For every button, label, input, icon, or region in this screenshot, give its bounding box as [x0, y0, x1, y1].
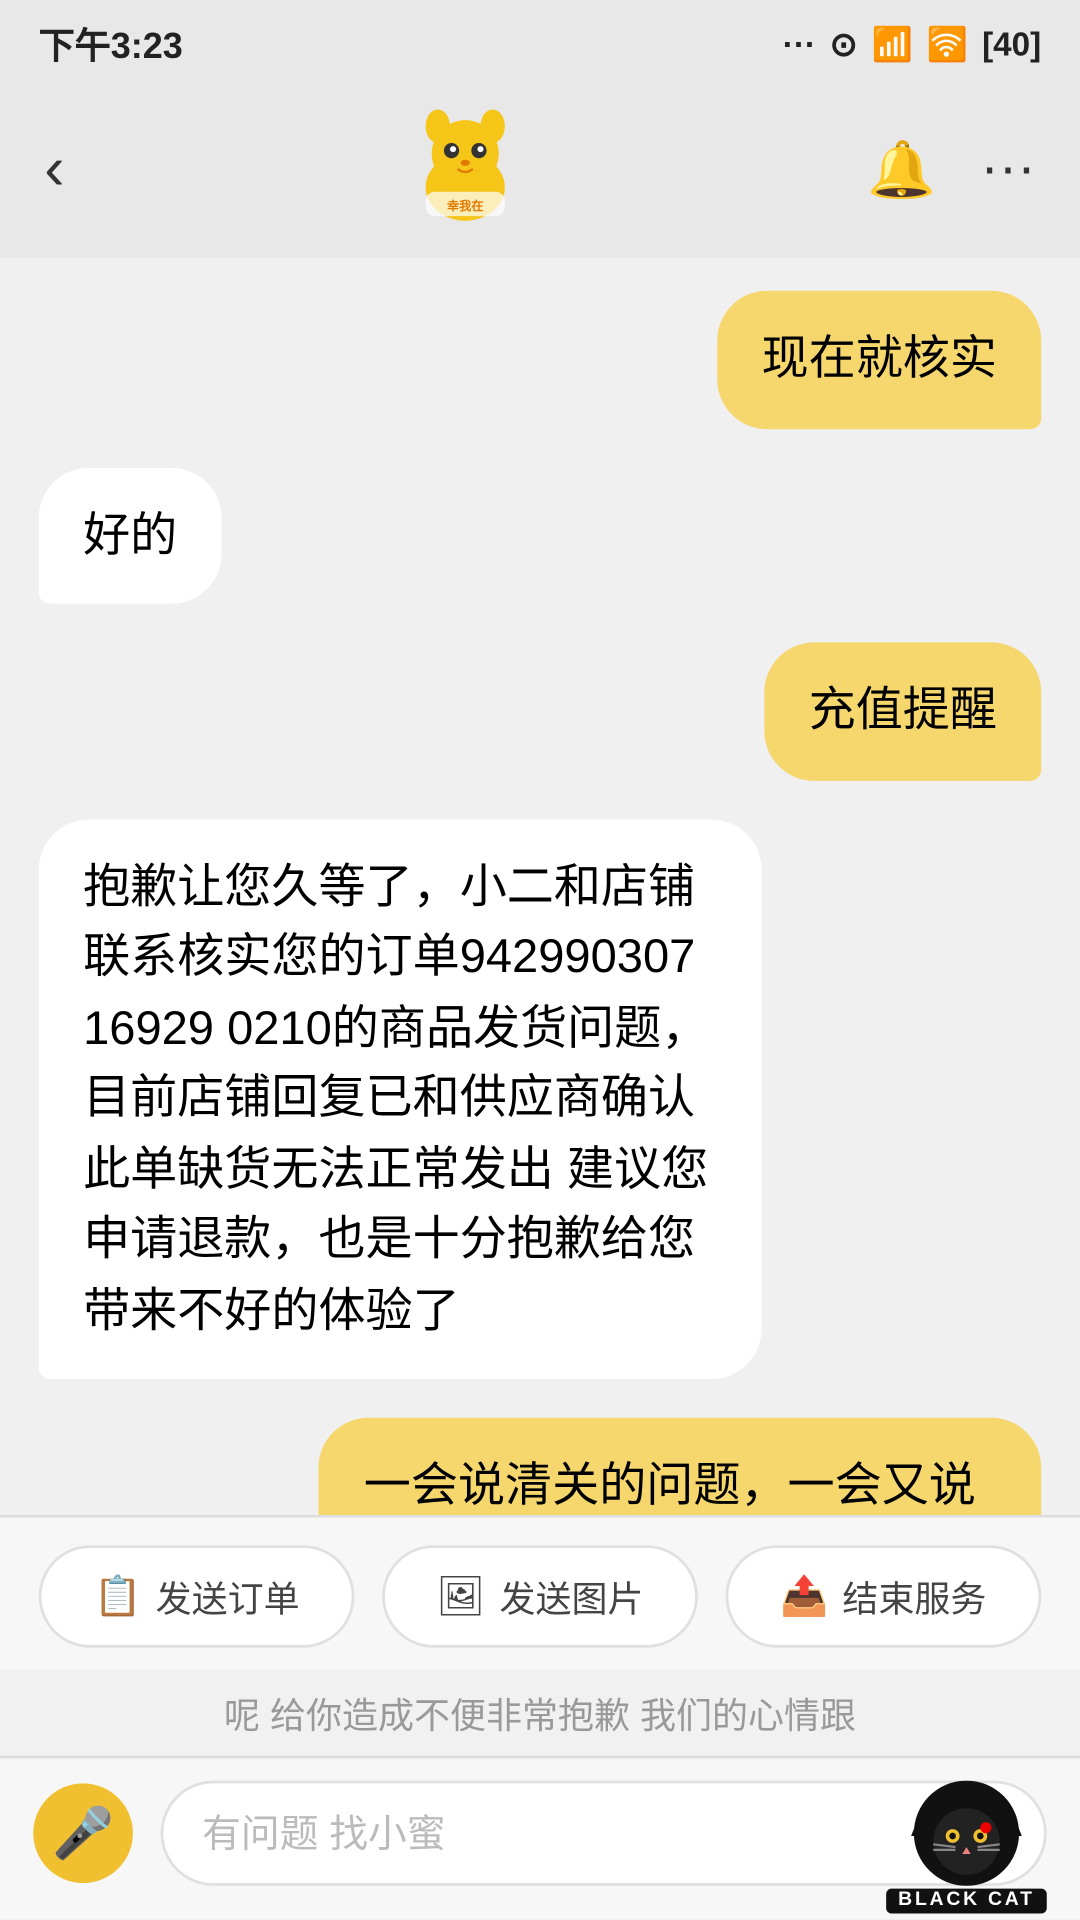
input-placeholder: 有问题 找小蜜	[202, 1811, 445, 1855]
svg-text:幸我在: 幸我在	[448, 198, 485, 213]
battery-icon: [40]	[982, 24, 1041, 63]
mic-icon: 🎤	[52, 1804, 114, 1862]
send-image-button[interactable]: 🖼 发送图片	[382, 1545, 698, 1647]
signal-dots: ···	[783, 24, 816, 63]
nav-center: 幸我在	[405, 108, 527, 230]
back-button[interactable]: ‹	[44, 133, 64, 205]
black-cat-label: BLACK CAT	[887, 1889, 1046, 1914]
end-service-button[interactable]: 📤 结束服务	[726, 1545, 1042, 1647]
message-bubble: 现在就核实	[717, 291, 1041, 428]
message-row: 现在就核实	[39, 291, 1041, 428]
mic-button[interactable]: 🎤	[33, 1783, 133, 1883]
message-bubble: 好的	[39, 467, 222, 604]
end-service-label: 结束服务	[842, 1570, 986, 1623]
more-button[interactable]: ···	[980, 137, 1035, 201]
app-logo: 幸我在	[405, 108, 527, 230]
chat-area: 现在就核实 好的 充值提醒 抱歉让您久等了，小二和店铺联系核实您的订单94299…	[0, 258, 1080, 1515]
nav-bar: ‹ 幸我在 🔔 ···	[0, 86, 1080, 258]
preview-bar: 呢 给你造成不便非常抱歉 我们的心情跟	[0, 1670, 1080, 1756]
input-bar: 🎤 有问题 找小蜜 BLACK CA	[0, 1756, 1080, 1919]
send-order-label: 发送订单	[156, 1570, 300, 1623]
clock-icon: ⊙	[830, 24, 858, 63]
send-order-button[interactable]: 📋 发送订单	[39, 1545, 355, 1647]
message-bubble: 一会说清关的问题，一会又说断货	[320, 1418, 1042, 1515]
message-row: 好的	[39, 467, 1041, 604]
quick-toolbar: 📋 发送订单 🖼 发送图片 📤 结束服务	[0, 1515, 1080, 1670]
message-bubble: 充值提醒	[764, 642, 1041, 779]
message-row: 抱歉让您久等了，小二和店铺联系核实您的订单94299030716929 0210…	[39, 818, 1041, 1379]
wifi-icon: 🛜	[927, 24, 968, 63]
nav-right: 🔔 ···	[867, 134, 1036, 203]
black-cat-watermark: BLACK CAT	[864, 1758, 1069, 1913]
image-icon: 🖼	[436, 1573, 485, 1620]
message-row: 充值提醒	[39, 642, 1041, 779]
black-cat-icon	[894, 1781, 1038, 1886]
message-bubble: 抱歉让您久等了，小二和店铺联系核实您的订单94299030716929 0210…	[39, 818, 761, 1379]
status-time: 下午3:23	[39, 17, 183, 70]
preview-text: 呢 给你造成不便非常抱歉 我们的心情跟	[224, 1695, 856, 1737]
status-icons: ··· ⊙ 📶 🛜 [40]	[783, 24, 1041, 63]
bell-button[interactable]: 🔔	[867, 134, 936, 203]
signal-icon: 📶	[872, 24, 913, 63]
order-icon: 📋	[94, 1573, 142, 1620]
status-bar: 下午3:23 ··· ⊙ 📶 🛜 [40]	[0, 0, 1080, 86]
send-image-label: 发送图片	[500, 1570, 644, 1623]
message-row: 一会说清关的问题，一会又说断货	[39, 1418, 1041, 1515]
end-icon: 📤	[780, 1573, 828, 1620]
